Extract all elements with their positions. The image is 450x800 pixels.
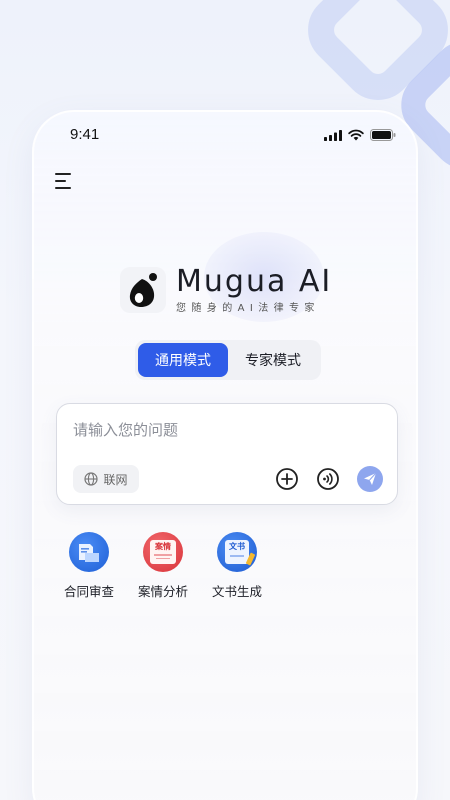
feature-case-analysis[interactable]: 案情 案情分析 — [126, 532, 200, 600]
question-input-card: 联网 — [56, 403, 398, 505]
document-generate-icon: 文书 — [217, 532, 257, 572]
add-attachment-button[interactable] — [275, 467, 299, 491]
menu-icon — [55, 173, 71, 189]
document-badge-text: 文书 — [229, 542, 245, 551]
cellular-signal-icon — [324, 129, 342, 141]
feature-document-generation[interactable]: 文书 文书生成 — [200, 532, 274, 600]
feature-contract-review[interactable]: 合同审查 — [52, 532, 126, 600]
feature-label: 案情分析 — [137, 584, 188, 599]
tab-general-mode[interactable]: 通用模式 — [138, 343, 228, 377]
feature-label: 文书生成 — [211, 584, 262, 599]
web-search-toggle[interactable]: 联网 — [73, 465, 139, 493]
case-badge-text: 案情 — [155, 542, 171, 551]
web-search-label: 联网 — [103, 472, 128, 487]
menu-button[interactable] — [54, 170, 76, 192]
app-slogan: 您随身的AI法律专家 — [176, 303, 320, 314]
voice-wave-icon — [317, 468, 339, 490]
wifi-icon — [348, 129, 364, 141]
case-analysis-icon: 案情 — [143, 532, 183, 572]
feature-label: 合同审查 — [63, 584, 114, 599]
papaya-logo-icon — [129, 273, 157, 307]
feature-shortcuts: 合同审查 案情 案情分析 文书 文书生成 — [52, 532, 274, 600]
question-input[interactable] — [73, 418, 373, 442]
send-icon — [364, 472, 377, 485]
globe-icon — [84, 472, 99, 486]
contract-document-icon — [69, 532, 109, 572]
brand-header: Mugua AI 您随身的AI法律专家 — [120, 266, 332, 314]
status-time: 9:41 — [70, 126, 100, 143]
plus-circle-icon — [276, 468, 298, 490]
app-logo — [120, 267, 166, 313]
send-button[interactable] — [357, 466, 383, 492]
battery-icon — [370, 129, 396, 141]
voice-input-button[interactable] — [316, 467, 340, 491]
mode-switch: 通用模式 专家模式 — [135, 340, 321, 380]
status-bar: 9:41 — [34, 112, 416, 156]
app-screen: 9:41 Mugua AI 您随身的AI法律专家 通用模式 专家模式 请输入您的… — [32, 110, 418, 800]
background-decoration-ring — [293, 0, 450, 115]
status-icons — [324, 129, 396, 141]
tab-expert-mode[interactable]: 专家模式 — [228, 343, 318, 377]
app-name: Mugua AI — [176, 264, 333, 299]
